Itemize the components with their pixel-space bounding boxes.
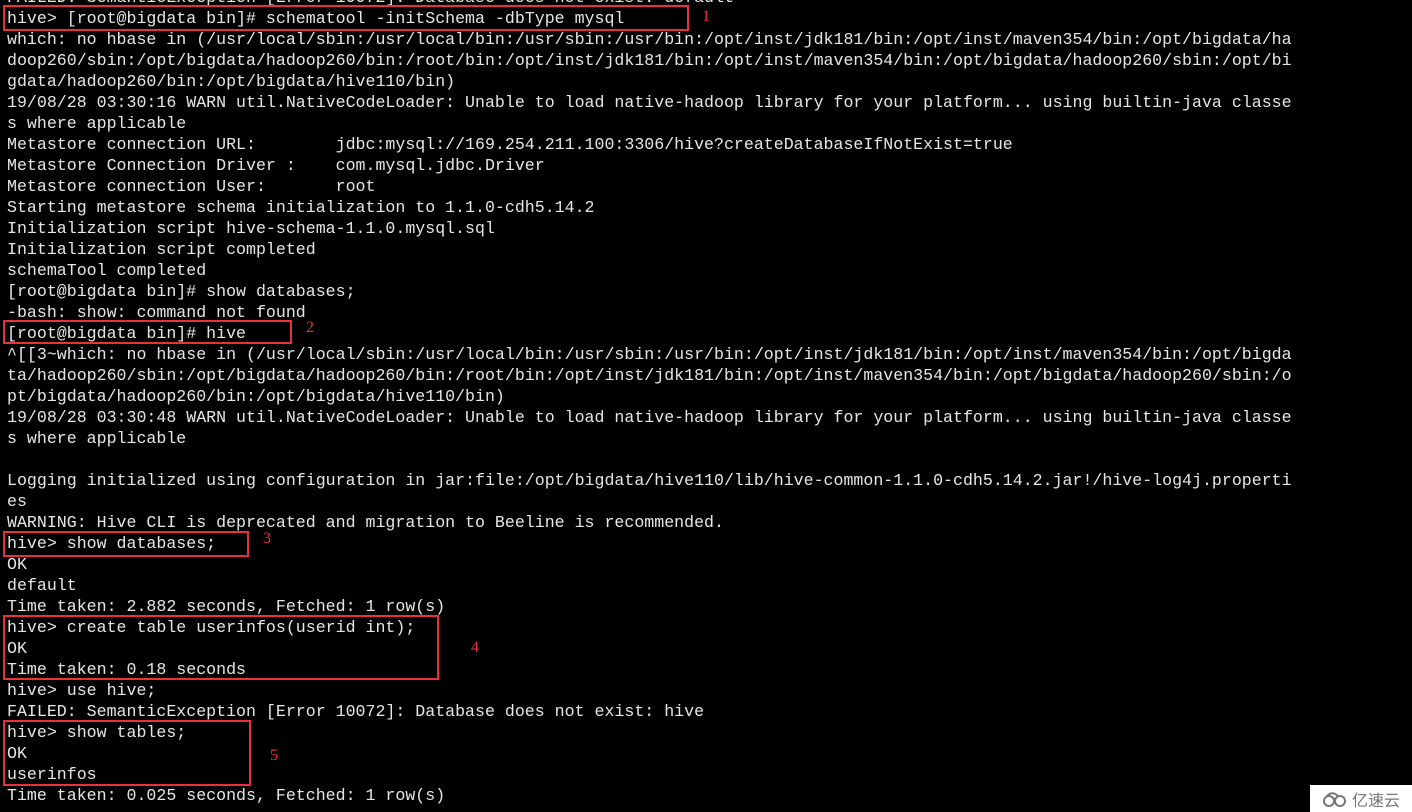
terminal-line: Time taken: 0.025 seconds, Fetched: 1 ro… (7, 786, 446, 805)
annotation-number-3: 3 (263, 530, 271, 547)
terminal-line: 19/08/28 03:30:48 WARN util.NativeCodeLo… (7, 408, 1292, 427)
terminal-line: Metastore connection User: root (7, 177, 376, 196)
annotation-number-5: 5 (270, 747, 278, 764)
terminal-line: Starting metastore schema initialization… (7, 198, 595, 217)
annotation-box-4 (3, 615, 439, 680)
annotation-box-2 (3, 320, 292, 344)
terminal-line: Metastore connection URL: jdbc:mysql://1… (7, 135, 1013, 154)
terminal-line: 19/08/28 03:30:16 WARN util.NativeCodeLo… (7, 93, 1292, 112)
terminal-line: doop260/sbin:/opt/bigdata/hadoop260/bin:… (7, 51, 1292, 70)
annotation-box-5 (3, 720, 251, 786)
terminal-line: Initialization script hive-schema-1.1.0.… (7, 219, 495, 238)
annotation-number-1: 1 (702, 8, 710, 25)
annotation-box-3 (3, 531, 249, 557)
terminal-line: es (7, 492, 27, 511)
terminal-line: hive> use hive; (7, 681, 157, 700)
terminal-line: default (7, 576, 77, 595)
annotation-box-1 (3, 5, 689, 31)
terminal-line: WARNING: Hive CLI is deprecated and migr… (7, 513, 724, 532)
terminal-line: Metastore Connection Driver : com.mysql.… (7, 156, 545, 175)
cloud-logo-icon (1322, 791, 1346, 807)
terminal-line: Time taken: 2.882 seconds, Fetched: 1 ro… (7, 597, 446, 616)
terminal-line: OK (7, 555, 27, 574)
terminal-line: [root@bigdata bin]# show databases; (7, 282, 356, 301)
annotation-number-2: 2 (306, 319, 314, 336)
watermark-text: 亿速云 (1351, 790, 1400, 810)
terminal-line: ^[[3~which: no hbase in (/usr/local/sbin… (7, 345, 1292, 364)
terminal-line: FAILED: SemanticException [Error 10072]:… (7, 702, 705, 721)
terminal-line: which: no hbase in (/usr/local/sbin:/usr… (7, 30, 1292, 49)
terminal-line: Initialization script completed (7, 240, 316, 259)
watermark: 亿速云 (1310, 785, 1412, 812)
terminal-line: Logging initialized using configuration … (7, 471, 1292, 490)
terminal-line: s where applicable (7, 429, 187, 448)
terminal-output[interactable]: FAILED: SemanticException [Error 10072]:… (7, 0, 1292, 806)
terminal-line: gdata/hadoop260/bin:/opt/bigdata/hive110… (7, 72, 456, 91)
terminal-line: schemaTool completed (7, 261, 207, 280)
annotation-number-4: 4 (471, 639, 479, 656)
terminal-line: ta/hadoop260/sbin:/opt/bigdata/hadoop260… (7, 366, 1292, 385)
terminal-line: pt/bigdata/hadoop260/bin:/opt/bigdata/hi… (7, 387, 505, 406)
terminal-line: s where applicable (7, 114, 187, 133)
